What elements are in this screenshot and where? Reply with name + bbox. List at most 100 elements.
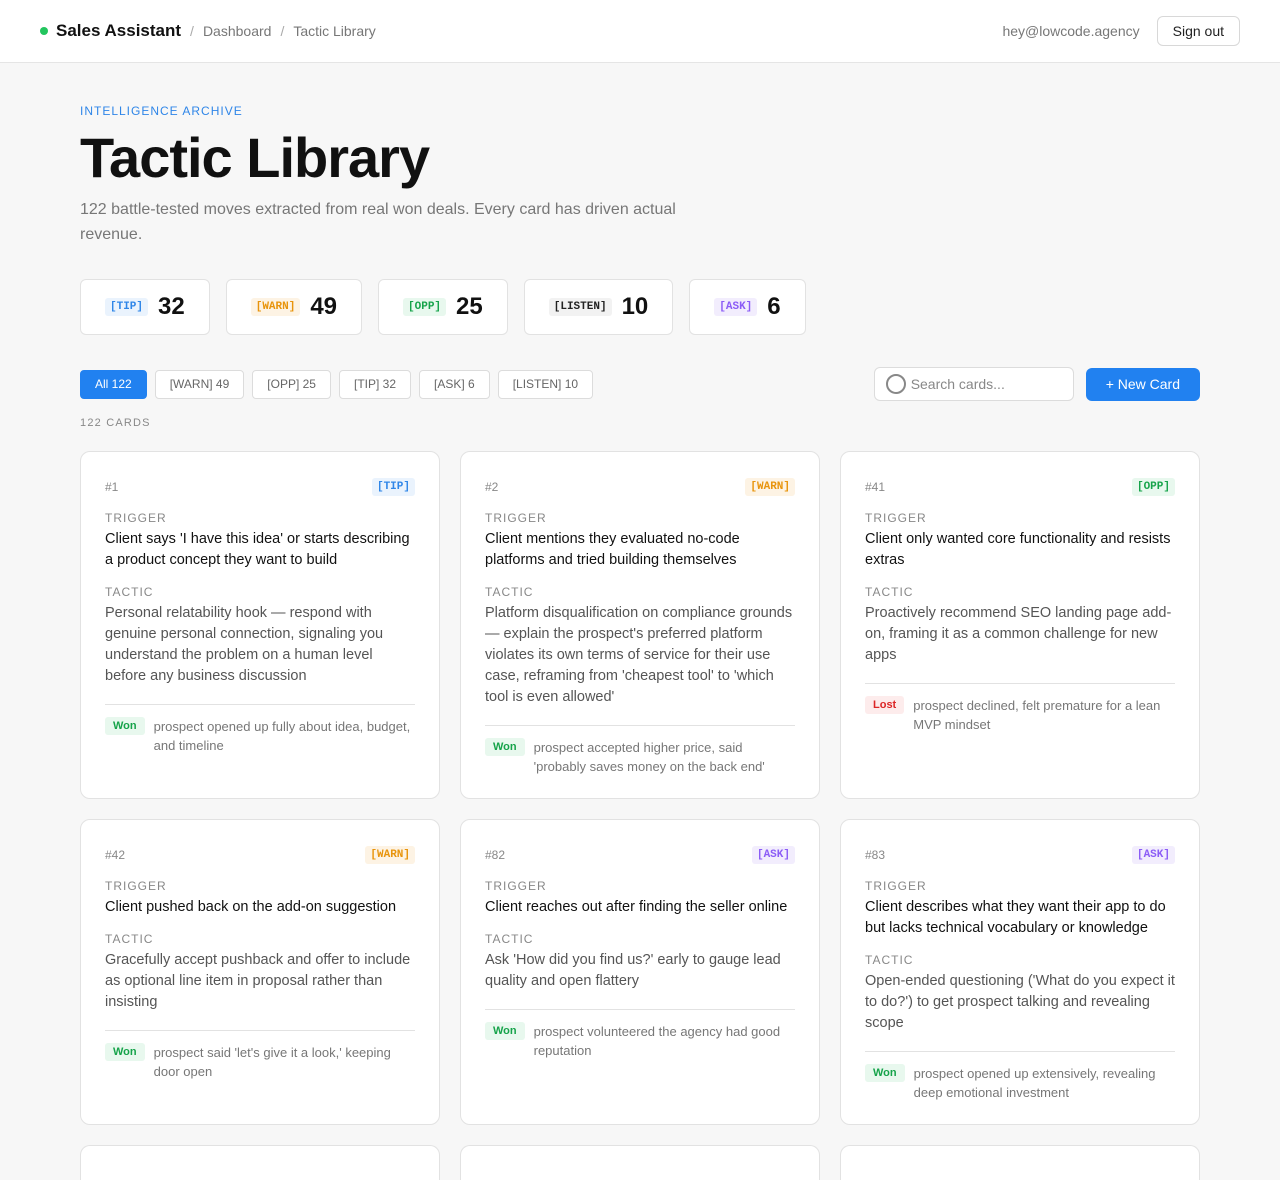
- filter-listen[interactable]: [LISTEN] 10: [497, 369, 594, 399]
- tactic-text: Gracefully accept pushback and offer to …: [105, 952, 411, 1010]
- tactic-card[interactable]: #2 [WARN] TRIGGER Client mentions they e…: [460, 451, 820, 799]
- sign-out-button[interactable]: Sign out: [1156, 16, 1240, 46]
- tactic-card[interactable]: [80, 1145, 440, 1180]
- card-tag: [OPP]: [1131, 478, 1175, 496]
- outcome-badge: Won: [485, 738, 525, 756]
- tactic-text: Personal relatability hook — respond wit…: [105, 605, 384, 684]
- stat-value: 25: [456, 293, 483, 320]
- outcome-note: prospect declined, felt premature for a …: [913, 698, 1161, 732]
- tactic-card[interactable]: #41 [OPP] TRIGGER Client only wanted cor…: [840, 451, 1200, 799]
- trigger-label: TRIGGER: [865, 879, 927, 893]
- top-bar: Sales Assistant / Dashboard / Tactic Lib…: [0, 0, 1280, 63]
- tag-ask: [ASK]: [714, 298, 758, 316]
- search-input[interactable]: [910, 376, 1071, 392]
- tactic-label: TACTIC: [485, 585, 534, 599]
- filter-tip[interactable]: [TIP] 32: [338, 369, 412, 399]
- stat-value: 6: [767, 293, 781, 320]
- outcome-badge: Won: [485, 1022, 525, 1040]
- main-content: INTELLIGENCE ARCHIVE Tactic Library 122 …: [0, 104, 1280, 1180]
- breadcrumb-separator: /: [280, 23, 285, 39]
- breadcrumb-separator: /: [190, 23, 194, 39]
- card-number: #82: [485, 848, 506, 862]
- stat-ask: [ASK] 6: [689, 279, 806, 335]
- stat-listen: [LISTEN] 10: [523, 279, 674, 335]
- card-outcome: Won prospect accepted higher price, said…: [485, 725, 795, 776]
- card-number: #1: [105, 480, 119, 494]
- tactic-text: Proactively recommend SEO landing page a…: [865, 605, 1172, 663]
- card-outcome: Won prospect said 'let's give it a look,…: [105, 1030, 415, 1081]
- card-number: #2: [485, 480, 499, 494]
- tactic-label: TACTIC: [865, 953, 914, 967]
- page-title: Tactic Library: [80, 126, 430, 189]
- breadcrumb: Sales Assistant / Dashboard / Tactic Lib…: [40, 21, 376, 41]
- tactic-card[interactable]: #82 [ASK] TRIGGER Client reaches out aft…: [460, 819, 820, 1125]
- outcome-note: prospect volunteered the agency had good…: [533, 1024, 781, 1058]
- card-grid: #1 [TIP] TRIGGER Client says 'I have thi…: [80, 451, 1200, 1180]
- card-tag: [ASK]: [751, 846, 795, 864]
- trigger-text: Client says 'I have this idea' or starts…: [105, 531, 410, 568]
- user-email: hey@lowcode.agency: [1002, 23, 1140, 39]
- filter-warn[interactable]: [WARN] 49: [154, 369, 245, 399]
- filter-row: All 122 [WARN] 49 [OPP] 25 [TIP] 32 [ASK…: [80, 367, 1200, 401]
- tactic-label: TACTIC: [485, 932, 534, 946]
- trigger-text: Client reaches out after finding the sel…: [485, 899, 788, 915]
- trigger-text: Client mentions they evaluated no-code p…: [485, 531, 740, 568]
- tag-listen: [LISTEN]: [548, 298, 612, 316]
- tactic-card[interactable]: [840, 1145, 1200, 1180]
- outcome-badge: Won: [105, 717, 145, 735]
- outcome-badge: Lost: [865, 696, 905, 714]
- stats-row: [TIP] 32 [WARN] 49 [OPP] 25 [LISTEN] 10 …: [80, 279, 1200, 335]
- search-box[interactable]: [873, 367, 1074, 401]
- tactic-label: TACTIC: [105, 932, 154, 946]
- card-tag: [TIP]: [371, 478, 415, 496]
- card-tag: [WARN]: [365, 846, 415, 864]
- status-dot-icon: [40, 27, 48, 35]
- stat-tip: [TIP] 32: [80, 279, 210, 335]
- card-number: #41: [865, 480, 886, 494]
- breadcrumb-dashboard[interactable]: Dashboard: [203, 23, 272, 39]
- trigger-label: TRIGGER: [485, 511, 547, 525]
- filter-ask[interactable]: [ASK] 6: [419, 369, 490, 399]
- tactic-card[interactable]: #83 [ASK] TRIGGER Client describes what …: [840, 819, 1200, 1125]
- tactic-card[interactable]: [460, 1145, 820, 1180]
- tactic-text: Open-ended questioning ('What do you exp…: [865, 973, 1175, 1031]
- trigger-label: TRIGGER: [105, 879, 167, 893]
- filter-chips: All 122 [WARN] 49 [OPP] 25 [TIP] 32 [ASK…: [80, 369, 594, 399]
- card-number: #42: [105, 848, 126, 862]
- outcome-badge: Won: [865, 1064, 905, 1082]
- card-tag: [ASK]: [1131, 846, 1175, 864]
- card-tag: [WARN]: [745, 478, 795, 496]
- filter-opp[interactable]: [OPP] 25: [252, 369, 331, 399]
- tactic-label: TACTIC: [105, 585, 154, 599]
- card-outcome: Won prospect volunteered the agency had …: [485, 1009, 795, 1060]
- brand-name[interactable]: Sales Assistant: [56, 21, 181, 41]
- trigger-text: Client pushed back on the add-on suggest…: [105, 899, 397, 915]
- trigger-label: TRIGGER: [485, 879, 547, 893]
- outcome-note: prospect accepted higher price, said 'pr…: [533, 740, 765, 774]
- stat-opp: [OPP] 25: [378, 279, 508, 335]
- stat-value: 10: [621, 293, 649, 320]
- card-number: #83: [865, 848, 886, 862]
- tag-tip: [TIP]: [105, 298, 149, 316]
- trigger-label: TRIGGER: [105, 511, 167, 525]
- trigger-text: Client only wanted core functionality an…: [865, 531, 1171, 568]
- search-icon: [885, 374, 906, 394]
- new-card-button[interactable]: + New Card: [1085, 367, 1200, 401]
- filter-all[interactable]: All 122: [80, 369, 147, 399]
- tactic-text: Platform disqualification on compliance …: [485, 605, 793, 705]
- tactic-label: TACTIC: [865, 585, 914, 599]
- page-eyebrow: INTELLIGENCE ARCHIVE: [80, 104, 243, 118]
- stat-value: 49: [310, 293, 338, 320]
- stat-value: 32: [158, 293, 185, 320]
- card-outcome: Won prospect opened up extensively, reve…: [865, 1051, 1175, 1102]
- tactic-card[interactable]: #42 [WARN] TRIGGER Client pushed back on…: [80, 819, 440, 1125]
- tag-warn: [WARN]: [250, 298, 301, 316]
- trigger-label: TRIGGER: [865, 511, 927, 525]
- outcome-note: prospect opened up fully about idea, bud…: [153, 719, 411, 753]
- card-outcome: Lost prospect declined, felt premature f…: [865, 683, 1175, 734]
- outcome-note: prospect said 'let's give it a look,' ke…: [153, 1045, 391, 1079]
- stat-warn: [WARN] 49: [225, 279, 363, 335]
- tactic-card[interactable]: #1 [TIP] TRIGGER Client says 'I have thi…: [80, 451, 440, 799]
- outcome-badge: Won: [105, 1043, 145, 1061]
- page-subtitle: 122 battle-tested moves extracted from r…: [80, 201, 676, 243]
